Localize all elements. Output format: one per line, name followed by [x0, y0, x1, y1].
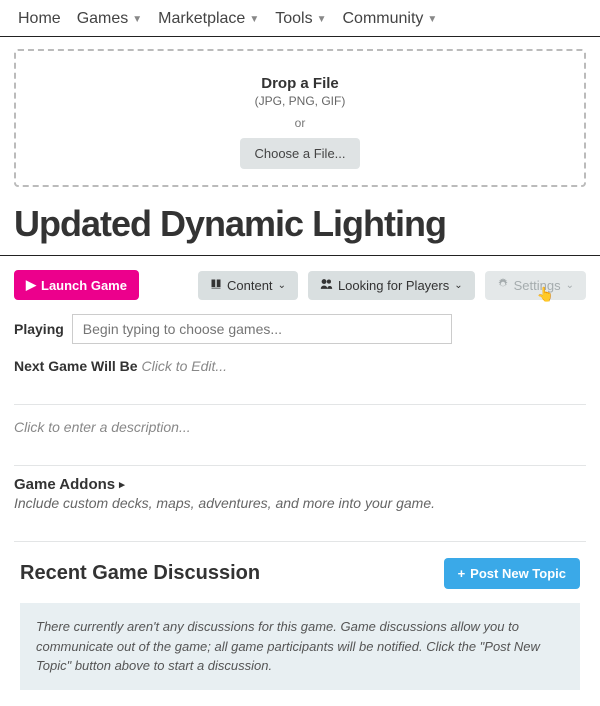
dropzone-or: or	[16, 116, 584, 130]
playing-row: Playing	[0, 300, 600, 344]
page-title: Updated Dynamic Lighting	[0, 187, 600, 256]
content-dropdown[interactable]: Content ⌄	[198, 271, 298, 300]
action-row-wrap: ▶ Launch Game Content ⌄ Looking for Play…	[0, 256, 600, 300]
file-dropzone[interactable]: Drop a File (JPG, PNG, GIF) or Choose a …	[14, 49, 586, 187]
caret-right-icon: ▸	[119, 478, 125, 491]
button-label: Launch Game	[41, 278, 127, 293]
caret-down-icon: ⌄	[566, 280, 574, 291]
nav-community[interactable]: Community▼	[337, 8, 444, 30]
discussion-section: Recent Game Discussion + Post New Topic …	[0, 542, 600, 706]
discussion-empty-message: There currently aren't any discussions f…	[20, 603, 580, 690]
button-label: Content	[227, 278, 273, 293]
game-addons-header[interactable]: Game Addons ▸	[0, 466, 600, 493]
discussion-title: Recent Game Discussion	[20, 562, 260, 585]
discussion-header: Recent Game Discussion + Post New Topic	[20, 558, 580, 589]
caret-down-icon: ▼	[427, 14, 437, 25]
caret-down-icon: ⌄	[454, 280, 462, 291]
looking-for-players-dropdown[interactable]: Looking for Players ⌄	[308, 271, 475, 300]
post-new-topic-button[interactable]: + Post New Topic	[444, 558, 580, 589]
action-row: ▶ Launch Game Content ⌄ Looking for Play…	[0, 256, 600, 300]
nav-home[interactable]: Home	[12, 8, 67, 30]
nav-label: Marketplace	[158, 10, 245, 28]
button-label: Looking for Players	[338, 278, 449, 293]
next-game-edit-prompt: Click to Edit...	[141, 358, 227, 374]
button-label: Post New Topic	[470, 566, 566, 581]
nav-label: Tools	[275, 10, 312, 28]
nav-label: Games	[77, 10, 129, 28]
caret-down-icon: ▼	[132, 14, 142, 25]
book-icon	[210, 278, 222, 293]
next-game-label: Next Game Will Be	[14, 358, 138, 374]
choose-file-button[interactable]: Choose a File...	[240, 138, 359, 169]
nav-marketplace[interactable]: Marketplace ▼	[152, 8, 265, 30]
caret-down-icon: ▼	[249, 14, 259, 25]
next-game-row[interactable]: Next Game Will Be Click to Edit...	[0, 344, 600, 374]
nav-tools[interactable]: Tools ▼	[269, 8, 332, 30]
users-icon	[320, 278, 333, 293]
gear-icon	[497, 278, 509, 293]
dropzone-subtitle: (JPG, PNG, GIF)	[16, 94, 584, 108]
addons-subtitle: Include custom decks, maps, adventures, …	[0, 493, 600, 511]
description-prompt[interactable]: Click to enter a description...	[0, 405, 600, 435]
settings-dropdown[interactable]: Settings ⌄	[485, 271, 586, 300]
dropzone-title: Drop a File	[16, 75, 584, 92]
top-nav: Home Games▼ Marketplace▼ Tools▼ Communit…	[0, 0, 600, 37]
play-icon: ▶	[26, 277, 36, 293]
launch-game-button[interactable]: ▶ Launch Game	[14, 270, 139, 300]
nav-label: Home	[18, 10, 61, 28]
caret-down-icon: ⌄	[278, 280, 286, 291]
plus-icon: +	[458, 566, 466, 581]
playing-input[interactable]	[72, 314, 452, 344]
addons-title-label: Game Addons	[14, 476, 115, 493]
playing-label: Playing	[14, 321, 64, 337]
nav-games[interactable]: Games▼	[71, 8, 148, 30]
nav-label: Community	[343, 10, 424, 28]
caret-down-icon: ▼	[317, 14, 327, 25]
button-label: Settings	[514, 278, 561, 293]
